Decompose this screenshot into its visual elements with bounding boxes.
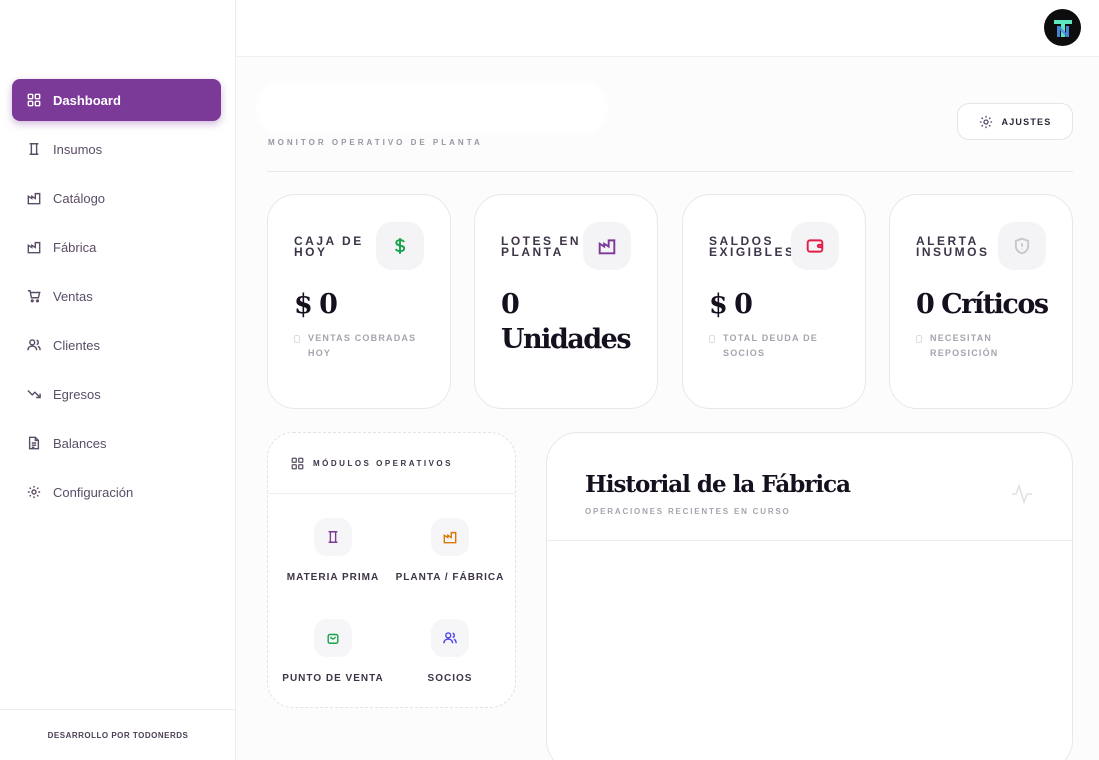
module-label: SOCIOS bbox=[427, 673, 473, 684]
sidebar-item-insumos[interactable]: Insumos bbox=[12, 128, 221, 170]
page-title-area bbox=[256, 82, 608, 134]
sidebar-footer: DESARROLLO POR TODONERDS bbox=[0, 709, 236, 760]
sidebar-item-label: Ventas bbox=[53, 288, 93, 304]
activity-icon bbox=[1010, 482, 1034, 511]
module-planta-fabrica[interactable]: PLANTA / FÁBRICA bbox=[388, 518, 512, 583]
sidebar-item-label: Catálogo bbox=[53, 190, 106, 206]
module-socios[interactable]: SOCIOS bbox=[388, 619, 512, 684]
sidebar-item-clientes[interactable]: Clientes bbox=[12, 324, 221, 366]
dashboard-grid-icon bbox=[27, 93, 41, 107]
stat-note-text: NECESITAN REPOSICIÓN bbox=[930, 333, 999, 358]
factory-icon bbox=[583, 222, 631, 270]
sidebar-item-balances[interactable]: Balances bbox=[12, 422, 221, 464]
factory-icon bbox=[27, 240, 41, 254]
stat-value: 0 Unidades bbox=[501, 289, 632, 355]
gear-icon bbox=[979, 115, 992, 128]
sidebar-item-label: Egresos bbox=[53, 386, 101, 402]
sidebar-item-label: Balances bbox=[53, 435, 107, 451]
history-subtitle: OPERACIONES RECIENTES EN CURSO bbox=[585, 507, 791, 516]
stat-card-alerta: ALERTA INSUMOS 0 Críticos NECESITAN REPO… bbox=[889, 194, 1073, 409]
todonerds-logo-icon bbox=[1053, 19, 1072, 37]
dashboard-grid-icon bbox=[291, 457, 304, 469]
module-materia-prima[interactable]: MATERIA PRIMA bbox=[271, 518, 395, 583]
stat-value: $ 0 bbox=[709, 289, 753, 320]
settings-button-label: AJUSTES bbox=[1001, 116, 1052, 127]
sidebar-item-label: Fábrica bbox=[53, 239, 97, 255]
modules-title: MÓDULOS OPERATIVOS bbox=[313, 458, 453, 468]
spool-icon bbox=[27, 142, 41, 156]
stat-value: 0 Críticos bbox=[916, 289, 1049, 320]
stat-title: SALDOS EXIGIBLES bbox=[709, 234, 796, 259]
header-divider bbox=[267, 171, 1073, 172]
topbar bbox=[237, 0, 1099, 57]
cart-icon bbox=[27, 289, 41, 303]
note-bullet-icon bbox=[916, 335, 922, 343]
sidebar-item-catalogo[interactable]: Catálogo bbox=[12, 177, 221, 219]
note-bullet-icon bbox=[709, 335, 715, 343]
history-title: Historial de la Fábrica bbox=[585, 471, 851, 498]
spool-icon bbox=[314, 518, 352, 556]
stat-title: LOTES EN PLANTA bbox=[501, 234, 582, 259]
dollar-icon bbox=[376, 222, 424, 270]
sidebar-item-label: Clientes bbox=[53, 337, 100, 353]
sidebar-nav: Dashboard Insumos Catálogo Fábrica Venta… bbox=[12, 79, 221, 520]
module-label: PLANTA / FÁBRICA bbox=[395, 572, 505, 583]
shield-alert-icon bbox=[998, 222, 1046, 270]
sidebar-item-label: Configuración bbox=[53, 484, 134, 500]
stat-card-caja: CAJA DE HOY $ 0 VENTAS COBRADAS HOY bbox=[267, 194, 451, 409]
sidebar-item-fabrica[interactable]: Fábrica bbox=[12, 226, 221, 268]
settings-button[interactable]: AJUSTES bbox=[957, 103, 1073, 140]
stat-value: $ 0 bbox=[294, 289, 338, 320]
sidebar-item-dashboard[interactable]: Dashboard bbox=[12, 79, 221, 121]
users-icon bbox=[431, 619, 469, 657]
users-icon bbox=[27, 338, 41, 352]
trending-down-icon bbox=[27, 387, 41, 401]
wallet-icon bbox=[791, 222, 839, 270]
stat-note: VENTAS COBRADAS HOY bbox=[294, 331, 434, 361]
sidebar-item-ventas[interactable]: Ventas bbox=[12, 275, 221, 317]
module-label: PUNTO DE VENTA bbox=[282, 673, 384, 684]
stat-title: CAJA DE HOY bbox=[294, 234, 364, 259]
stat-note: NECESITAN REPOSICIÓN bbox=[916, 331, 1056, 361]
modules-header: MÓDULOS OPERATIVOS bbox=[268, 433, 515, 494]
stat-title: ALERTA INSUMOS bbox=[916, 234, 990, 259]
sidebar-item-label: Insumos bbox=[53, 141, 103, 157]
sidebar-item-egresos[interactable]: Egresos bbox=[12, 373, 221, 415]
factory-icon bbox=[27, 191, 41, 205]
document-icon bbox=[27, 436, 41, 450]
factory-icon bbox=[431, 518, 469, 556]
stat-note-text: VENTAS COBRADAS HOY bbox=[308, 333, 417, 358]
stat-note: TOTAL DEUDA DE SOCIOS bbox=[709, 331, 849, 361]
history-header: Historial de la Fábrica OPERACIONES RECI… bbox=[547, 433, 1072, 541]
avatar[interactable] bbox=[1044, 9, 1081, 46]
sidebar: Dashboard Insumos Catálogo Fábrica Venta… bbox=[0, 0, 236, 760]
module-label: MATERIA PRIMA bbox=[286, 572, 380, 583]
stat-card-saldos: SALDOS EXIGIBLES $ 0 TOTAL DEUDA DE SOCI… bbox=[682, 194, 866, 409]
stat-note-text: TOTAL DEUDA DE SOCIOS bbox=[723, 333, 818, 358]
sidebar-item-configuracion[interactable]: Configuración bbox=[12, 471, 221, 513]
modules-panel: MÓDULOS OPERATIVOS MATERIA PRIMA PLANTA … bbox=[267, 432, 516, 708]
note-bullet-icon bbox=[294, 335, 300, 343]
history-panel: Historial de la Fábrica OPERACIONES RECI… bbox=[546, 432, 1073, 760]
shopping-bag-icon bbox=[314, 619, 352, 657]
page-subtitle: MONITOR OPERATIVO DE PLANTA bbox=[268, 138, 483, 147]
module-punto-de-venta[interactable]: PUNTO DE VENTA bbox=[271, 619, 395, 684]
gear-icon bbox=[27, 485, 41, 499]
sidebar-item-label: Dashboard bbox=[53, 92, 121, 108]
stat-card-lotes: LOTES EN PLANTA 0 Unidades bbox=[474, 194, 658, 409]
